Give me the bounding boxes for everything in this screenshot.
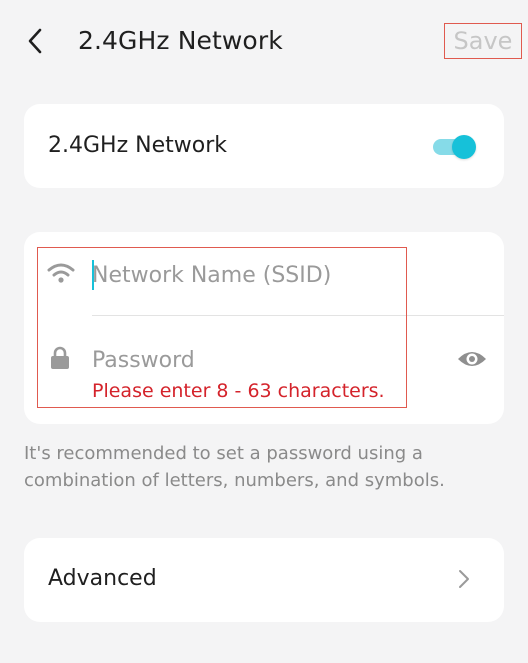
back-icon <box>28 28 42 54</box>
chevron-right-icon <box>459 570 469 588</box>
advanced-label: Advanced <box>48 566 157 591</box>
network-enable-card: 2.4GHz Network <box>24 104 504 188</box>
save-button[interactable]: Save <box>444 23 522 59</box>
password-error-message: Please enter 8 - 63 characters. <box>92 380 385 402</box>
field-divider <box>92 315 504 316</box>
advanced-row[interactable]: Advanced <box>24 538 504 622</box>
top-bar: 2.4GHz Network Save <box>0 0 528 84</box>
password-input[interactable] <box>92 343 392 377</box>
password-hint-text: It's recommended to set a password using… <box>24 443 445 491</box>
network-toggle-switch[interactable] <box>433 135 477 159</box>
ssid-input[interactable] <box>92 258 392 292</box>
page-title: 2.4GHz Network <box>78 26 283 55</box>
eye-icon[interactable] <box>456 347 488 371</box>
network-enable-label: 2.4GHz Network <box>48 133 227 158</box>
toggle-knob <box>452 135 476 159</box>
wifi-icon <box>47 263 75 283</box>
lock-icon <box>51 346 69 369</box>
back-button[interactable] <box>22 26 48 56</box>
